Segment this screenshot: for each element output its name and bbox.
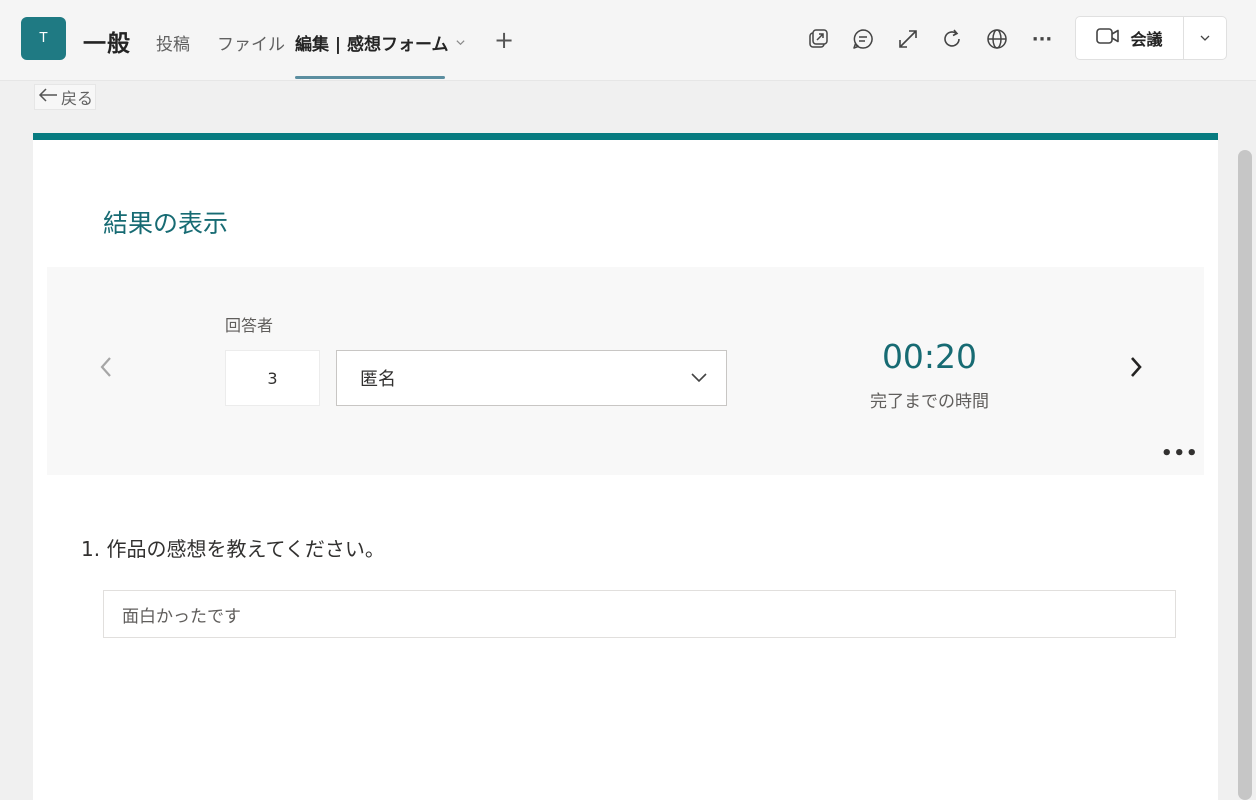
back-button[interactable]: 戻る bbox=[34, 84, 97, 110]
popout-icon[interactable] bbox=[806, 27, 830, 51]
tab-files[interactable]: ファイル bbox=[217, 30, 285, 55]
globe-icon[interactable] bbox=[985, 27, 1009, 51]
more-options-icon[interactable]: ··· bbox=[1030, 27, 1054, 51]
next-response-button[interactable] bbox=[1129, 355, 1143, 383]
meeting-dropdown-button[interactable] bbox=[1184, 17, 1226, 59]
add-tab-button[interactable]: + bbox=[494, 26, 514, 54]
scrollbar[interactable] bbox=[1238, 150, 1252, 800]
arrow-left-icon bbox=[37, 87, 59, 107]
answer-text: 面白かったです bbox=[103, 590, 1176, 638]
video-camera-icon bbox=[1096, 27, 1120, 49]
channel-name: 一般 bbox=[83, 31, 131, 57]
meeting-label: 会議 bbox=[1130, 30, 1163, 49]
refresh-icon[interactable] bbox=[940, 27, 964, 51]
top-bar: T 一般 投稿 ファイル 編集 | 感想フォーム + ··· 会議 bbox=[0, 0, 1256, 81]
meeting-button-group: 会議 bbox=[1075, 16, 1227, 60]
results-card: 結果の表示 回答者 3 匿名 00:20 完了までの時間 ••• 1. 作品の感… bbox=[33, 133, 1218, 800]
chat-icon[interactable] bbox=[851, 27, 875, 51]
tab-posts[interactable]: 投稿 bbox=[156, 30, 190, 55]
active-tab-indicator bbox=[295, 76, 445, 79]
responder-label: 回答者 bbox=[225, 316, 274, 335]
more-actions-button[interactable]: ••• bbox=[1161, 443, 1199, 464]
previous-response-button[interactable] bbox=[99, 355, 113, 383]
tab-edit-form[interactable]: 編集 | 感想フォーム bbox=[295, 30, 466, 55]
team-avatar[interactable]: T bbox=[21, 17, 66, 60]
chevron-left-icon bbox=[100, 357, 111, 377]
responder-number-input[interactable]: 3 bbox=[225, 350, 320, 406]
responder-select[interactable]: 匿名 bbox=[336, 350, 727, 406]
meeting-button[interactable]: 会議 bbox=[1076, 17, 1184, 59]
chevron-right-icon bbox=[1131, 357, 1142, 377]
responder-panel: 回答者 3 匿名 00:20 完了までの時間 ••• bbox=[47, 267, 1204, 475]
chevron-down-icon bbox=[690, 369, 708, 392]
completion-time: 00:20 bbox=[881, 337, 978, 376]
chevron-down-icon bbox=[1200, 35, 1210, 41]
question-title: 1. 作品の感想を教えてください。 bbox=[81, 537, 385, 561]
page-title: 結果の表示 bbox=[103, 209, 229, 238]
responder-name: 匿名 bbox=[360, 369, 396, 390]
completion-time-label: 完了までの時間 bbox=[870, 392, 989, 412]
expand-icon[interactable] bbox=[896, 27, 920, 51]
chevron-down-icon[interactable] bbox=[455, 33, 466, 53]
back-label: 戻る bbox=[61, 89, 94, 108]
tab-edit-form-label: 編集 | 感想フォーム bbox=[295, 35, 449, 55]
